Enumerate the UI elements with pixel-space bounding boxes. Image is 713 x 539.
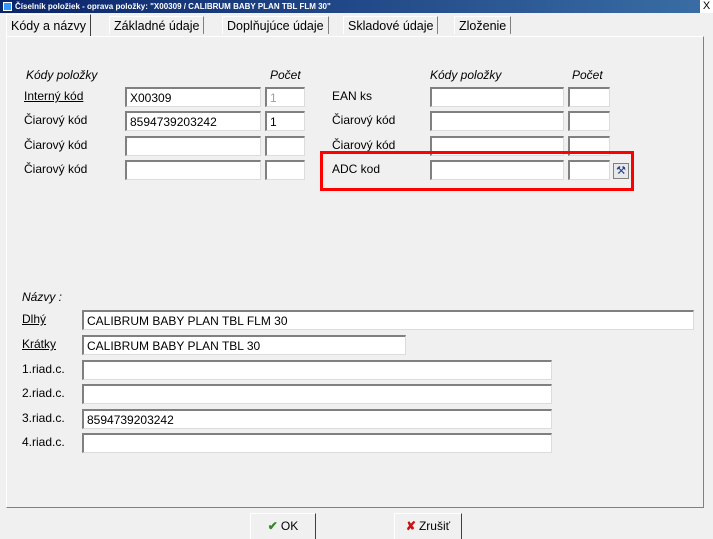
ean-ks-label: EAN ks	[332, 89, 373, 103]
right-codes-header: Kódy položky	[430, 68, 502, 82]
tab-zlozenie[interactable]: Zloženie	[454, 16, 512, 34]
line-2-field[interactable]	[82, 384, 552, 404]
cancel-button[interactable]: ✘ Zrušiť	[394, 513, 462, 539]
barcode-label-3: Čiarový kód	[24, 162, 88, 176]
line-1-label: 1.riad.c.	[22, 362, 65, 376]
line-3-label: 3.riad.c.	[22, 411, 65, 425]
window-title: Číselník položiek - oprava položky: "X00…	[15, 2, 331, 11]
right-barcode-count-field-1[interactable]	[568, 111, 610, 131]
short-name-label: Krátky	[22, 337, 57, 351]
adc-highlight-box	[320, 151, 634, 191]
barcode-label-2: Čiarový kód	[24, 138, 88, 152]
checkmark-icon: ✔	[267, 519, 278, 533]
right-barcode-label-2: Čiarový kód	[332, 138, 396, 152]
barcode-count-field-1[interactable]: 1	[265, 111, 305, 131]
internal-code-count-field[interactable]: 1	[265, 87, 305, 107]
line-4-label: 4.riad.c.	[22, 435, 65, 449]
barcode-field-1[interactable]: 8594739203242	[125, 111, 261, 131]
names-header: Názvy :	[22, 290, 63, 304]
tab-zakladne-udaje[interactable]: Základné údaje	[109, 16, 205, 34]
barcode-count-field-2[interactable]	[265, 136, 305, 156]
barcode-field-3[interactable]	[125, 160, 261, 180]
barcode-count-field-3[interactable]	[265, 160, 305, 180]
short-name-field[interactable]: CALIBRUM BABY PLAN TBL 30	[82, 335, 406, 355]
long-name-label: Dlhý	[22, 312, 47, 326]
ean-ks-field[interactable]	[430, 87, 564, 107]
line-2-label: 2.riad.c.	[22, 386, 65, 400]
right-count-header: Počet	[572, 68, 603, 82]
line-3-field[interactable]: 8594739203242	[82, 409, 552, 429]
cancel-button-label: Zrušiť	[418, 519, 451, 533]
right-barcode-label-1: Čiarový kód	[332, 113, 396, 127]
app-icon	[3, 2, 12, 11]
left-codes-header: Kódy položky	[26, 68, 98, 82]
long-name-field[interactable]: CALIBRUM BABY PLAN TBL FLM 30	[82, 310, 694, 330]
ok-button-label: OK	[280, 519, 299, 533]
ok-button[interactable]: ✔ OK	[250, 513, 316, 539]
title-bar: Číselník položiek - oprava položky: "X00…	[0, 0, 713, 13]
internal-code-label: Interný kód	[24, 89, 84, 103]
barcode-field-2[interactable]	[125, 136, 261, 156]
tab-doplnujuce-udaje[interactable]: Doplňujúce údaje	[222, 16, 329, 34]
left-count-header: Počet	[270, 68, 301, 82]
right-barcode-field-1[interactable]	[430, 111, 564, 131]
x-icon: ✘	[405, 519, 416, 533]
line-4-field[interactable]	[82, 433, 552, 453]
line-1-field[interactable]	[82, 360, 552, 380]
barcode-label-1: Čiarový kód	[24, 113, 88, 127]
ean-ks-count-field[interactable]	[568, 87, 610, 107]
tab-skladove-udaje[interactable]: Skladové údaje	[343, 16, 439, 34]
internal-code-field[interactable]: X00309	[125, 87, 261, 107]
dialog-window: Číselník položiek - oprava položky: "X00…	[0, 0, 713, 539]
close-button[interactable]: X	[700, 0, 713, 13]
tab-kody-a-nazvy[interactable]: Kódy a názvy	[6, 14, 92, 36]
